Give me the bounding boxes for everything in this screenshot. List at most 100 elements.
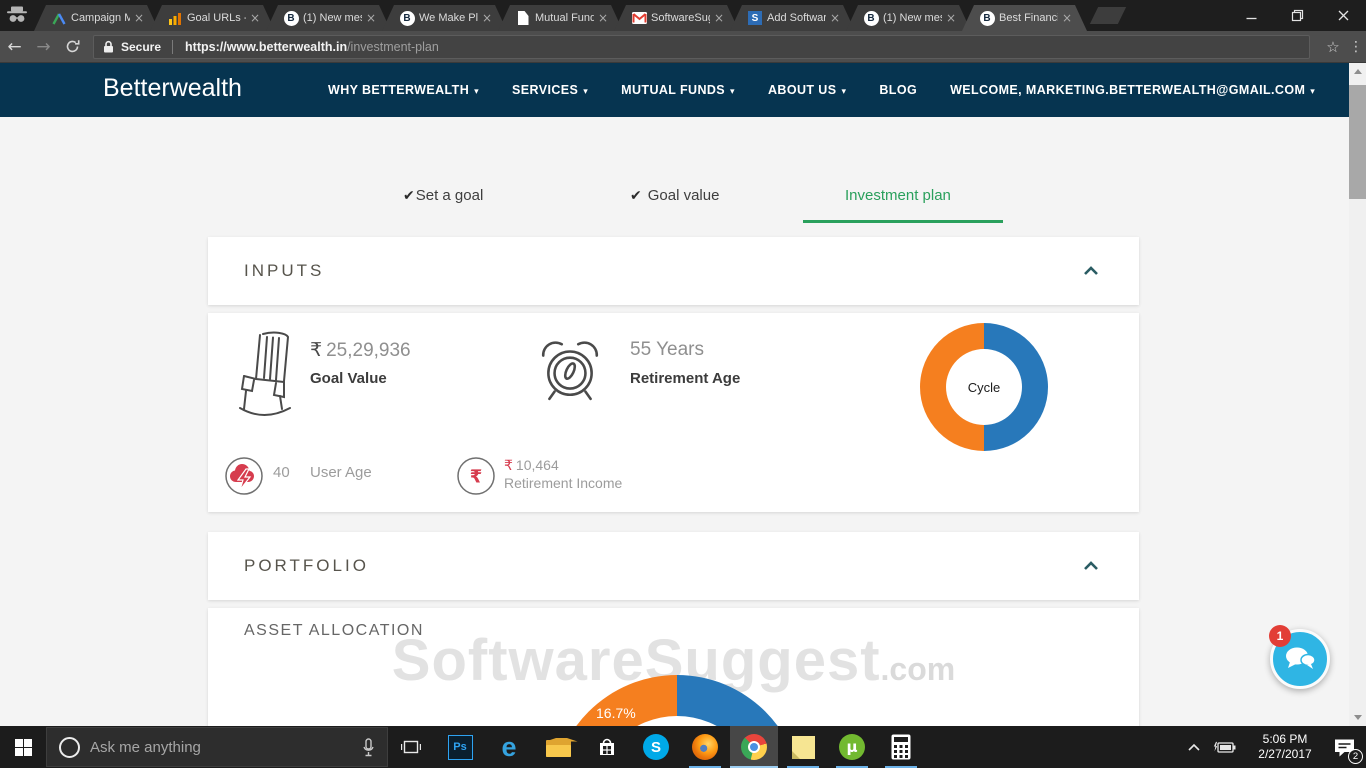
tab-title: (1) New mes [883, 12, 942, 24]
chevron-up-icon[interactable] [1083, 266, 1099, 276]
tab-close-icon[interactable]: × [598, 11, 608, 25]
taskbar-clock[interactable]: 5:06 PM 2/27/2017 [1249, 732, 1321, 762]
minimize-button[interactable] [1228, 0, 1274, 30]
portfolio-card-header[interactable]: PORTFOLIO [208, 532, 1139, 600]
start-button[interactable] [0, 726, 46, 768]
edge-icon: e [501, 732, 517, 762]
tab-title: Best Financi [999, 12, 1058, 24]
taskbar-file-explorer[interactable] [534, 726, 582, 768]
portfolio-title: PORTFOLIO [244, 556, 369, 575]
tab-close-icon[interactable]: × [134, 11, 144, 25]
taskbar-chrome[interactable] [730, 726, 778, 768]
close-icon[interactable] [1320, 0, 1366, 30]
taskbar-calculator[interactable] [877, 726, 925, 768]
restore-button[interactable] [1274, 0, 1320, 30]
tab-title: We Make Pl [419, 12, 478, 24]
tray-chevron-up-icon[interactable] [1181, 726, 1207, 768]
step-investment-plan[interactable]: Investment plan [845, 187, 951, 204]
chevron-down-icon: ▾ [841, 87, 847, 97]
new-tab-button[interactable] [1089, 7, 1127, 24]
nav-blog[interactable]: BLOG [879, 83, 917, 97]
nav-services[interactable]: SERVICES ▾ [512, 83, 588, 97]
taskbar-photoshop[interactable]: Ps [436, 726, 484, 768]
rocking-chair-icon [236, 329, 294, 428]
page-scrollbar[interactable] [1349, 63, 1366, 726]
site-navbar: Betterwealth WHY BETTERWEALTH ▾ SERVICES ▾… [0, 63, 1366, 117]
address-bar[interactable]: Secure https://www.betterwealth.in/inves… [93, 34, 1310, 59]
tab-title: Campaign M [71, 12, 130, 24]
chat-bubbles-icon [1286, 647, 1316, 669]
chevron-down-icon: ▾ [1310, 87, 1316, 97]
rupee-circle-icon: ₹ [456, 456, 496, 501]
chevron-down-icon: ▾ [474, 87, 480, 97]
battery-charging-icon[interactable] [1207, 726, 1243, 768]
scroll-down-arrow[interactable] [1349, 709, 1366, 726]
browser-tab[interactable]: B (1) New mes × [266, 5, 391, 31]
browser-menu-icon[interactable]: ⋮ [1346, 39, 1366, 55]
task-view-button[interactable] [388, 726, 434, 768]
browser-tab[interactable]: Goal URLs - × [150, 5, 275, 31]
tab-close-icon[interactable]: × [482, 11, 492, 25]
browser-tab[interactable]: Mutual Fund × [498, 5, 623, 31]
forward-button[interactable]: → [29, 37, 58, 57]
tab-title: SoftwareSug [651, 12, 710, 24]
browser-tab[interactable]: S Add Softwar × [730, 5, 855, 31]
taskbar-sticky-notes[interactable] [779, 726, 827, 768]
cortana-search[interactable]: Ask me anything [46, 727, 388, 767]
nav-account-menu[interactable]: WELCOME, MARKETING.BETTERWEALTH@GMAIL.CO… [950, 83, 1315, 97]
chrome-icon [741, 734, 767, 760]
inputs-title: INPUTS [244, 261, 325, 280]
tab-title: Goal URLs - [187, 12, 246, 24]
tab-close-icon[interactable]: × [946, 11, 956, 25]
cortana-icon [59, 736, 80, 758]
tab-close-icon[interactable]: × [366, 11, 376, 25]
step-set-a-goal[interactable]: ✔Set a goal [403, 187, 483, 204]
scroll-up-arrow[interactable] [1349, 63, 1366, 80]
taskbar-windows-store[interactable] [583, 726, 631, 768]
check-icon: ✔ [630, 188, 642, 204]
brand-logo[interactable]: Betterwealth [103, 74, 242, 103]
tab-close-icon[interactable]: × [1062, 11, 1072, 25]
step-goal-value[interactable]: ✔ Goal value [630, 187, 719, 204]
inputs-card-header[interactable]: INPUTS [208, 237, 1139, 305]
tab-close-icon[interactable]: × [830, 11, 840, 25]
taskbar-utorrent[interactable]: µ [828, 726, 876, 768]
action-center-button[interactable]: 2 [1327, 726, 1363, 768]
system-tray: 5:06 PM 2/27/2017 2 [1181, 726, 1363, 768]
scrollbar-thumb[interactable] [1349, 85, 1366, 199]
betterwealth-favicon: B [979, 10, 995, 26]
search-placeholder: Ask me anything [90, 738, 201, 756]
chat-widget-button[interactable]: 1 [1269, 625, 1330, 689]
nav-about-us[interactable]: ABOUT US ▾ [768, 83, 846, 97]
tab-close-icon[interactable]: × [714, 11, 724, 25]
back-button[interactable]: ← [0, 37, 29, 57]
taskbar-firefox[interactable] [681, 726, 729, 768]
browser-tab[interactable]: Campaign M × [34, 5, 159, 31]
page-content: ✔Set a goal ✔ Goal value Investment plan … [0, 117, 1349, 726]
browser-tab[interactable]: B (1) New mes × [846, 5, 971, 31]
nav-mutual-funds[interactable]: MUTUAL FUNDS ▾ [621, 83, 735, 97]
browser-tab[interactable]: SoftwareSug × [614, 5, 739, 31]
reload-button[interactable] [58, 39, 87, 54]
chevron-down-icon: ▾ [730, 87, 735, 97]
betterwealth-favicon: B [863, 10, 879, 26]
incognito-icon [5, 6, 29, 29]
check-icon: ✔ [403, 188, 415, 204]
chevron-down-icon: ▾ [583, 87, 589, 97]
chevron-up-icon[interactable] [1083, 561, 1099, 571]
calculator-icon [891, 734, 911, 760]
windows-logo-icon [14, 738, 32, 756]
goal-value-label: Goal Value [310, 370, 387, 387]
browser-tab-active[interactable]: B Best Financi × [962, 5, 1087, 31]
windows-store-icon [600, 738, 614, 755]
clock-time: 5:06 PM [1262, 732, 1308, 746]
nav-why-betterwealth[interactable]: WHY BETTERWEALTH ▾ [328, 83, 479, 97]
browser-tab[interactable]: B We Make Pl × [382, 5, 507, 31]
bookmark-star-icon[interactable]: ☆ [1320, 38, 1346, 56]
taskbar-skype[interactable]: S [632, 726, 680, 768]
tab-close-icon[interactable]: × [250, 11, 260, 25]
microphone-icon[interactable] [362, 737, 375, 757]
task-view-icon [401, 740, 421, 754]
taskbar-edge[interactable]: e [485, 726, 533, 768]
cycle-donut-chart: Cycle [920, 323, 1048, 451]
